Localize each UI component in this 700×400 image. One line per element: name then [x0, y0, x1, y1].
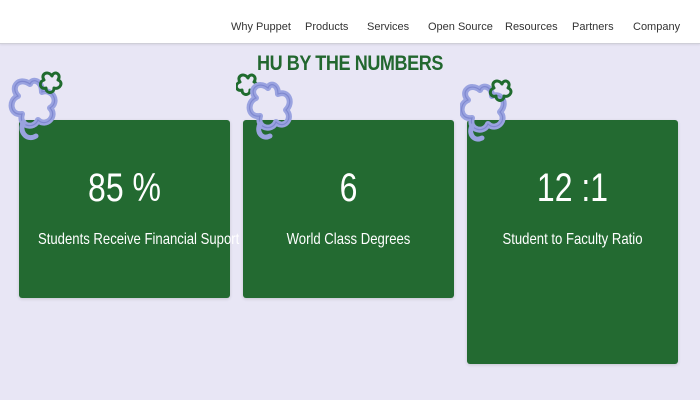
flower-doodle-icon — [8, 71, 63, 140]
nav-why-puppet[interactable]: Why Puppet — [231, 21, 291, 33]
stat-card-degrees: 6 World Class Degrees — [243, 120, 454, 298]
stat-card-financial-support: 85 % Students Receive Financial Suport — [19, 120, 240, 298]
nav-products[interactable]: Products — [305, 21, 348, 33]
stat-value: 6 — [339, 166, 358, 210]
stat-label: World Class Degrees — [286, 231, 411, 248]
nav-partners[interactable]: Partners — [572, 21, 614, 33]
stat-value: 12 :1 — [536, 166, 609, 210]
nav-resources[interactable]: Resources — [505, 21, 558, 33]
stat-label: Student to Faculty Ratio — [502, 231, 643, 248]
nav-company[interactable]: Company — [633, 21, 680, 33]
flower-doodle-icon — [460, 79, 513, 142]
flower-doodle-icon — [236, 73, 293, 140]
nav-open-source[interactable]: Open Source — [428, 21, 493, 33]
section-title: HU BY THE NUMBERS — [256, 52, 444, 75]
stat-value: 85 % — [88, 166, 161, 210]
top-navbar: Why Puppet Products Services Open Source… — [0, 0, 700, 44]
stat-label: Students Receive Financial Suport — [37, 231, 240, 248]
stat-card-faculty-ratio: 12 :1 Student to Faculty Ratio — [467, 120, 678, 364]
nav-services[interactable]: Services — [367, 21, 409, 33]
